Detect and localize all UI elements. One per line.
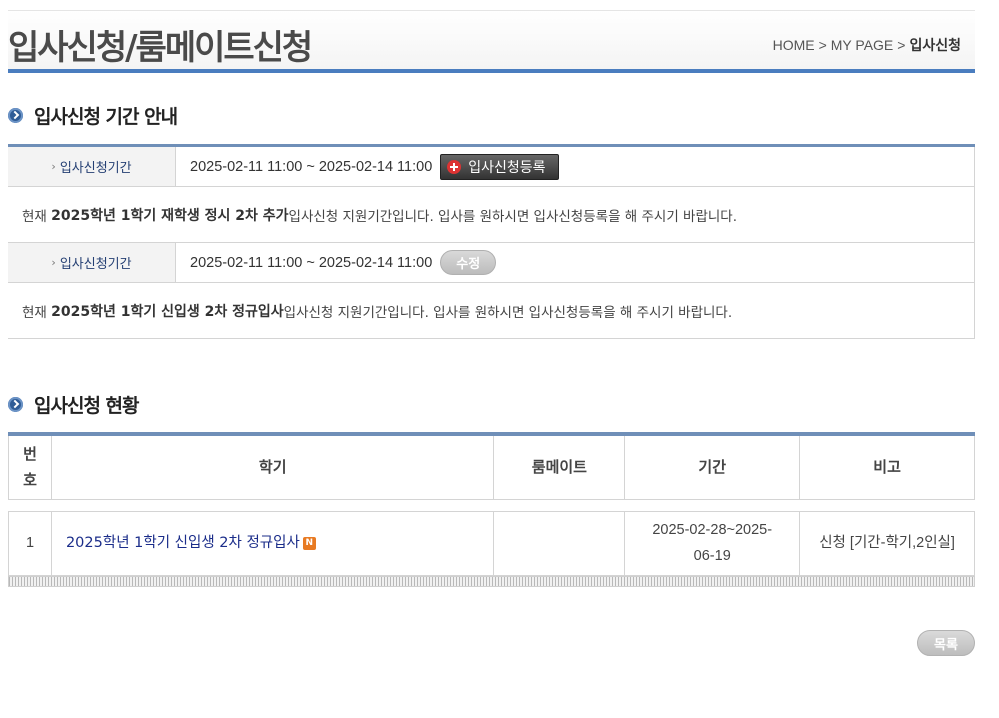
breadcrumb-home[interactable]: HOME [773, 37, 815, 53]
desc-prefix: 현재 [22, 208, 47, 225]
period-line2: 06-19 [693, 548, 731, 564]
chevron-right-icon: › [51, 256, 56, 269]
column-header-number-line1: 번 [23, 445, 37, 464]
bullet-arrow-icon [8, 108, 23, 123]
register-application-button[interactable]: 입사신청등록 [440, 153, 559, 180]
period-label-text: 입사신청기간 [59, 161, 132, 176]
breadcrumb-mypage[interactable]: MY PAGE [831, 37, 894, 53]
cell-number: 1 [8, 510, 52, 576]
page-header: 입사신청/룸메이트신청 HOME > MY PAGE > 입사신청 [8, 10, 975, 73]
column-header-number-line2: 호 [23, 471, 37, 490]
period-row: › 입사신청기간 2025-02-11 11:00 ~ 2025-02-14 1… [8, 147, 975, 187]
period-value: 2025-02-11 11:00 ~ 2025-02-14 11:00 입사신청… [176, 147, 975, 186]
breadcrumb-current: 입사신청 [909, 37, 961, 53]
desc-suffix: 입사신청 지원기간입니다. 입사를 원하시면 입사신청등록을 해 주시기 바랍니… [283, 304, 733, 321]
period-label-text: 입사신청기간 [59, 257, 132, 272]
section-title: 입사신청 현황 [34, 395, 139, 417]
column-header-number: 번 호 [8, 434, 52, 500]
new-badge-icon: N [302, 536, 316, 550]
period-line1: 2025-02-28~2025- [652, 522, 773, 538]
section-heading-status: 입사신청 현황 [8, 391, 139, 418]
period-description: 현재 2025학년 1학기 재학생 정시 2차 추가 입사신청 지원기간입니다.… [8, 187, 975, 243]
page-title: 입사신청/룸메이트신청 [8, 28, 313, 68]
desc-suffix: 입사신청 지원기간입니다. 입사를 원하시면 입사신청등록을 해 주시기 바랍니… [288, 208, 738, 225]
period-value: 2025-02-11 11:00 ~ 2025-02-14 11:00 수정 [176, 243, 975, 282]
table-spacer [8, 498, 975, 512]
period-description: 현재 2025학년 1학기 신입생 2차 정규입사 입사신청 지원기간입니다. … [8, 283, 975, 339]
desc-prefix: 현재 [22, 304, 47, 321]
spacer-cell [8, 498, 975, 512]
application-period-table: › 입사신청기간 2025-02-11 11:00 ~ 2025-02-14 1… [8, 144, 975, 339]
chevron-right-icon: › [51, 160, 56, 173]
desc-highlight: 2025학년 1학기 신입생 2차 정규입사 [51, 303, 284, 320]
period-label: › 입사신청기간 [8, 243, 176, 282]
cell-period: 2025-02-28~2025- 06-19 [624, 510, 801, 576]
cell-note: 신청 [기간-학기,2인실] [799, 510, 975, 576]
plus-icon [447, 159, 462, 174]
breadcrumb-separator: > [897, 37, 906, 53]
list-button[interactable]: 목록 [917, 630, 975, 656]
period-row: › 입사신청기간 2025-02-11 11:00 ~ 2025-02-14 1… [8, 243, 975, 283]
column-header-semester: 학기 [50, 434, 495, 500]
section-title: 입사신청 기간 안내 [34, 106, 178, 128]
table-header-row: 번 호 학기 룸메이트 기간 비고 [8, 434, 975, 500]
column-header-period: 기간 [624, 434, 801, 500]
period-text: 2025-02-11 11:00 ~ 2025-02-14 11:00 [190, 254, 433, 271]
desc-highlight: 2025학년 1학기 재학생 정시 2차 추가 [51, 207, 289, 224]
table-row: 1 2025학년 1학기 신입생 2차 정규입사 N 2025-02-28~202… [8, 510, 975, 576]
register-button-label: 입사신청등록 [468, 159, 546, 176]
application-status-table: 번 호 학기 룸메이트 기간 비고 1 2025학년 1학기 신입생 2차 정규… [8, 432, 975, 576]
cell-roommate [493, 510, 626, 576]
cell-semester: 2025학년 1학기 신입생 2차 정규입사 N [50, 510, 495, 576]
section-heading-period: 입사신청 기간 안내 [8, 102, 178, 129]
bullet-arrow-icon [8, 397, 23, 412]
column-header-roommate: 룸메이트 [493, 434, 626, 500]
breadcrumb: HOME > MY PAGE > 입사신청 [773, 35, 961, 55]
period-label: › 입사신청기간 [8, 147, 176, 186]
period-text: 2025-02-11 11:00 ~ 2025-02-14 11:00 [190, 158, 433, 175]
semester-link[interactable]: 2025학년 1학기 신입생 2차 정규입사 [66, 535, 300, 551]
table-bottom-stripe [8, 576, 975, 587]
column-header-note: 비고 [799, 434, 975, 500]
breadcrumb-separator: > [818, 37, 827, 53]
edit-button[interactable]: 수정 [440, 250, 497, 275]
